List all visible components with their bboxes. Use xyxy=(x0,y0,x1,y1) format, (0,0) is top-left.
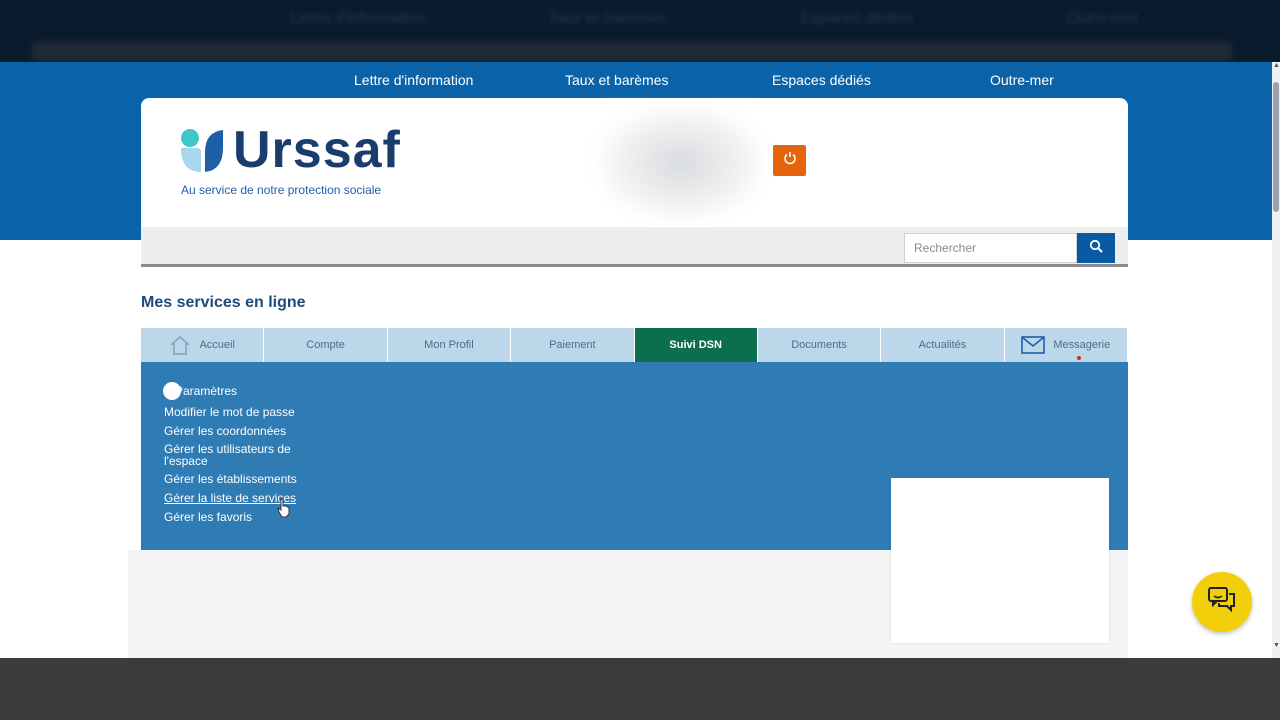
services-tabs: Accueil Compte Mon Profil Paiement Suivi… xyxy=(141,328,1128,362)
chat-button[interactable] xyxy=(1192,572,1252,632)
scroll-down-arrow[interactable]: ▼ xyxy=(1273,642,1280,650)
tab-compte[interactable]: Compte xyxy=(264,328,388,362)
tab-label: Suivi DSN xyxy=(669,339,722,351)
tab-label: Compte xyxy=(306,339,345,351)
header-card: Urssaf Au service de notre protection so… xyxy=(141,98,1128,228)
content-panel xyxy=(891,478,1109,643)
blurred-user-info xyxy=(601,108,761,218)
scroll-up-arrow[interactable]: ▲ xyxy=(1273,62,1280,70)
tab-paiement[interactable]: Paiement xyxy=(511,328,635,362)
tab-label: Mon Profil xyxy=(424,339,474,351)
dropdown-heading: Paramètres xyxy=(175,384,238,398)
tab-label: Accueil xyxy=(199,339,235,351)
envelope-icon xyxy=(1021,336,1046,354)
notification-dot xyxy=(1076,356,1081,360)
blurred-nav-item: Espaces dédiés xyxy=(800,10,913,27)
tab-messagerie[interactable]: Messagerie xyxy=(1004,328,1128,362)
home-icon xyxy=(169,335,191,355)
search-button[interactable] xyxy=(1077,233,1115,263)
nav-lettre-information[interactable]: Lettre d'information xyxy=(354,72,473,88)
power-icon xyxy=(783,151,797,170)
logout-button[interactable] xyxy=(773,145,806,176)
tab-accueil[interactable]: Accueil xyxy=(141,328,265,362)
search-input[interactable] xyxy=(904,233,1077,263)
chat-icon xyxy=(1207,586,1237,619)
nav-espaces-dedies[interactable]: Espaces dédiés xyxy=(772,72,871,88)
scroll-thumb[interactable] xyxy=(1273,82,1279,212)
browser-viewport: Lettre d'information Taux et barèmes Esp… xyxy=(0,62,1280,658)
tab-mon-profil[interactable]: Mon Profil xyxy=(387,328,512,362)
nav-outre-mer[interactable]: Outre-mer xyxy=(990,72,1054,88)
tab-actualites[interactable]: Actualités xyxy=(881,328,1005,362)
blurred-nav-item: Outre-mer xyxy=(1066,10,1139,27)
tab-suivi-dsn[interactable]: Suivi DSN xyxy=(634,328,758,362)
blurred-bar xyxy=(32,42,1232,62)
blurred-nav-item: Taux et barèmes xyxy=(548,10,667,27)
menu-item-modifier-mot-de-passe[interactable]: Modifier le mot de passe xyxy=(164,405,304,419)
tab-documents[interactable]: Documents xyxy=(757,328,882,362)
brand-name[interactable]: Urssaf xyxy=(233,120,401,180)
nav-taux-baremes[interactable]: Taux et barèmes xyxy=(565,72,669,88)
urssaf-logo-icon[interactable] xyxy=(181,128,225,179)
tab-label: Paiement xyxy=(549,339,596,351)
menu-item-gerer-etablissements[interactable]: Gérer les établissements xyxy=(164,472,304,486)
search-bar xyxy=(141,227,1128,267)
menu-item-gerer-utilisateurs[interactable]: Gérer les utilisateurs de l'espace xyxy=(164,443,299,467)
tab-label: Messagerie xyxy=(1053,339,1111,351)
hand-cursor-icon xyxy=(277,498,291,518)
page-title: Mes services en ligne xyxy=(141,294,306,311)
search-icon xyxy=(1089,239,1103,258)
tab-label: Actualités xyxy=(918,339,967,351)
tab-label: Documents xyxy=(791,339,847,351)
blurred-top-band: Lettre d'information Taux et barèmes Esp… xyxy=(0,0,1280,62)
blurred-nav-item: Lettre d'information xyxy=(290,10,427,27)
brand-tagline: Au service de notre protection sociale xyxy=(181,183,382,197)
menu-item-gerer-coordonnees[interactable]: Gérer les coordonnées xyxy=(164,424,304,438)
blurred-bottom-band xyxy=(0,658,1280,720)
scrollbar[interactable]: ▲ ▼ xyxy=(1272,62,1280,658)
